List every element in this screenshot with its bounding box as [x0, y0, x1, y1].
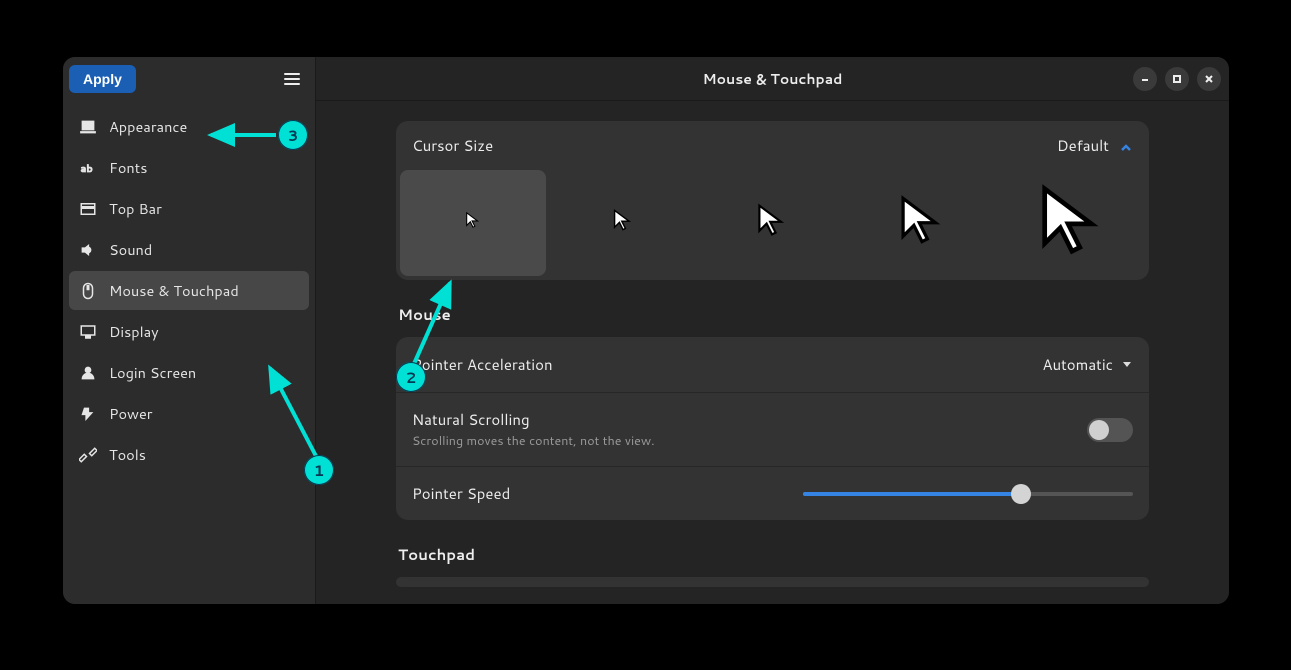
sidebar-item-display[interactable]: Display: [69, 312, 309, 351]
power-icon: [79, 405, 97, 423]
sidebar-item-label: Top Bar: [109, 198, 162, 219]
cursor-size-header[interactable]: Cursor Size Default: [396, 121, 1149, 170]
sidebar: Apply Appearance ab Fonts Top Bar Sound Mouse…: [63, 57, 316, 604]
pointer-speed-label: Pointer Speed: [412, 483, 510, 504]
appearance-icon: [79, 118, 97, 136]
cursor-size-option-2[interactable]: [700, 170, 846, 276]
slider-thumb[interactable]: [1011, 484, 1031, 504]
sidebar-item-mouse[interactable]: Mouse & Touchpad: [69, 271, 309, 310]
window-controls: [1133, 67, 1221, 91]
close-button[interactable]: [1197, 67, 1221, 91]
pointer-speed-slider[interactable]: [803, 484, 1133, 504]
cursor-size-grid: [396, 170, 1149, 280]
minimize-button[interactable]: [1133, 67, 1157, 91]
chevron-down-icon: [1121, 353, 1133, 376]
content-scroll[interactable]: Cursor Size Default Mouse Pointer Accele…: [316, 101, 1229, 604]
cursor-size-panel: Cursor Size Default: [396, 121, 1149, 280]
sidebar-item-label: Sound: [109, 239, 152, 260]
sound-icon: [79, 241, 97, 259]
tools-icon: [79, 446, 97, 464]
login-icon: [79, 364, 97, 382]
sidebar-nav: Appearance ab Fonts Top Bar Sound Mouse & Tou…: [63, 101, 315, 480]
sidebar-item-power[interactable]: Power: [69, 394, 309, 433]
svg-text:ab: ab: [81, 161, 93, 175]
fonts-icon: ab: [79, 159, 97, 177]
maximize-button[interactable]: [1165, 67, 1189, 91]
sidebar-item-label: Appearance: [109, 116, 187, 137]
main-pane: Mouse & Touchpad Cursor Size De: [316, 57, 1229, 604]
mouse-icon: [79, 282, 97, 300]
cursor-size-option-3[interactable]: [849, 170, 995, 276]
cursor-size-label: Cursor Size: [412, 135, 493, 156]
pointer-acceleration-label: Pointer Acceleration: [412, 354, 553, 375]
natural-scrolling-switch[interactable]: [1087, 418, 1133, 442]
sidebar-item-label: Login Screen: [109, 362, 196, 383]
sidebar-item-tools[interactable]: Tools: [69, 435, 309, 474]
chevron-up-icon: [1119, 139, 1133, 153]
mouse-settings-list: Pointer Acceleration Automatic Natural S…: [396, 337, 1149, 520]
cursor-arrow-icon: [895, 193, 949, 253]
titlebar: Mouse & Touchpad: [316, 57, 1229, 101]
sidebar-item-login[interactable]: Login Screen: [69, 353, 309, 392]
topbar-icon: [79, 200, 97, 218]
pointer-speed-row: Pointer Speed: [396, 467, 1149, 520]
natural-scrolling-sub: Scrolling moves the content, not the vie…: [412, 432, 655, 450]
natural-scrolling-label: Natural Scrolling: [412, 409, 655, 430]
cursor-size-option-4[interactable]: [999, 170, 1145, 276]
settings-window: Apply Appearance ab Fonts Top Bar Sound Mouse…: [63, 57, 1229, 604]
hamburger-menu-button[interactable]: [275, 64, 309, 94]
sidebar-item-fonts[interactable]: ab Fonts: [69, 148, 309, 187]
apply-button[interactable]: Apply: [69, 65, 136, 93]
touchpad-settings-list: [396, 577, 1149, 587]
pointer-acceleration-row[interactable]: Pointer Acceleration Automatic: [396, 337, 1149, 393]
sidebar-item-label: Display: [109, 321, 159, 342]
page-title: Mouse & Touchpad: [703, 69, 843, 89]
slider-fill: [803, 492, 1021, 496]
sidebar-header: Apply: [63, 57, 315, 101]
sidebar-item-sound[interactable]: Sound: [69, 230, 309, 269]
cursor-arrow-icon: [611, 208, 635, 238]
sidebar-item-topbar[interactable]: Top Bar: [69, 189, 309, 228]
touchpad-section-title: Touchpad: [398, 544, 1149, 565]
mouse-section-title: Mouse: [398, 304, 1149, 325]
switch-knob: [1089, 420, 1109, 440]
cursor-size-value: Default: [1057, 135, 1109, 156]
sidebar-item-label: Fonts: [109, 157, 147, 178]
cursor-size-option-1[interactable]: [550, 170, 696, 276]
sidebar-item-label: Tools: [109, 444, 146, 465]
cursor-arrow-icon: [1033, 181, 1111, 265]
sidebar-item-label: Mouse & Touchpad: [109, 280, 239, 301]
sidebar-item-appearance[interactable]: Appearance: [69, 107, 309, 146]
sidebar-item-label: Power: [109, 403, 152, 424]
cursor-arrow-icon: [464, 211, 482, 235]
cursor-arrow-icon: [754, 202, 790, 244]
pointer-acceleration-value: Automatic: [1042, 354, 1113, 375]
cursor-size-option-0[interactable]: [400, 170, 546, 276]
natural-scrolling-row: Natural Scrolling Scrolling moves the co…: [396, 393, 1149, 467]
display-icon: [79, 323, 97, 341]
